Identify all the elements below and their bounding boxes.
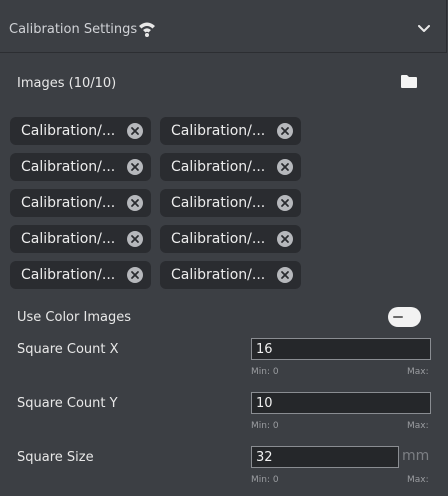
remove-icon[interactable] [277,123,293,139]
square-count-x-input[interactable]: 16 [251,338,431,360]
image-chip[interactable]: Calibration/... [10,189,151,217]
image-chip[interactable]: Calibration/... [160,153,301,181]
folder-icon[interactable] [400,74,418,89]
square-count-x-min: Min: 0 [251,367,279,377]
chip-label: Calibration/... [21,195,116,211]
square-count-x-label: Square Count X [17,342,119,357]
chip-label: Calibration/... [171,123,266,139]
remove-icon[interactable] [127,231,143,247]
image-chip[interactable]: Calibration/... [10,117,151,145]
image-chip[interactable]: Calibration/... [160,225,301,253]
image-chip[interactable]: Calibration/... [160,117,301,145]
square-count-x-max: Max: [407,367,429,377]
chip-label: Calibration/... [171,267,266,283]
chip-label: Calibration/... [171,159,266,175]
chip-label: Calibration/... [21,231,116,247]
square-size-max: Max: [407,475,429,485]
square-count-y-min: Min: 0 [251,421,279,431]
wifi-signal-icon [139,22,155,37]
images-label: Images (10/10) [17,76,117,91]
remove-icon[interactable] [277,195,293,211]
image-chip[interactable]: Calibration/... [10,225,151,253]
remove-icon[interactable] [127,195,143,211]
chip-label: Calibration/... [21,267,116,283]
use-color-images-label: Use Color Images [17,310,131,325]
remove-icon[interactable] [277,267,293,283]
chip-label: Calibration/... [21,123,116,139]
chip-label: Calibration/... [21,159,116,175]
image-chip[interactable]: Calibration/... [10,261,151,289]
square-count-y-input[interactable]: 10 [251,392,431,414]
remove-icon[interactable] [277,159,293,175]
remove-icon[interactable] [127,123,143,139]
chip-label: Calibration/... [171,195,266,211]
square-count-y-label: Square Count Y [17,396,118,411]
calibration-settings-header[interactable]: Calibration Settings [0,0,447,53]
chevron-down-icon[interactable] [418,25,430,33]
image-chip[interactable]: Calibration/... [10,153,151,181]
square-size-label: Square Size [17,450,94,465]
remove-icon[interactable] [127,267,143,283]
square-size-min: Min: 0 [251,475,279,485]
chip-label: Calibration/... [171,231,266,247]
image-chip[interactable]: Calibration/... [160,261,301,289]
remove-icon[interactable] [277,231,293,247]
square-size-input[interactable]: 32 [251,446,399,468]
image-chip[interactable]: Calibration/... [160,189,301,217]
use-color-images-toggle[interactable] [388,307,421,327]
section-title: Calibration Settings [9,22,138,37]
square-count-y-max: Max: [407,421,429,431]
toggle-off-indicator [393,316,403,318]
remove-icon[interactable] [127,159,143,175]
square-size-unit: mm [402,448,430,464]
